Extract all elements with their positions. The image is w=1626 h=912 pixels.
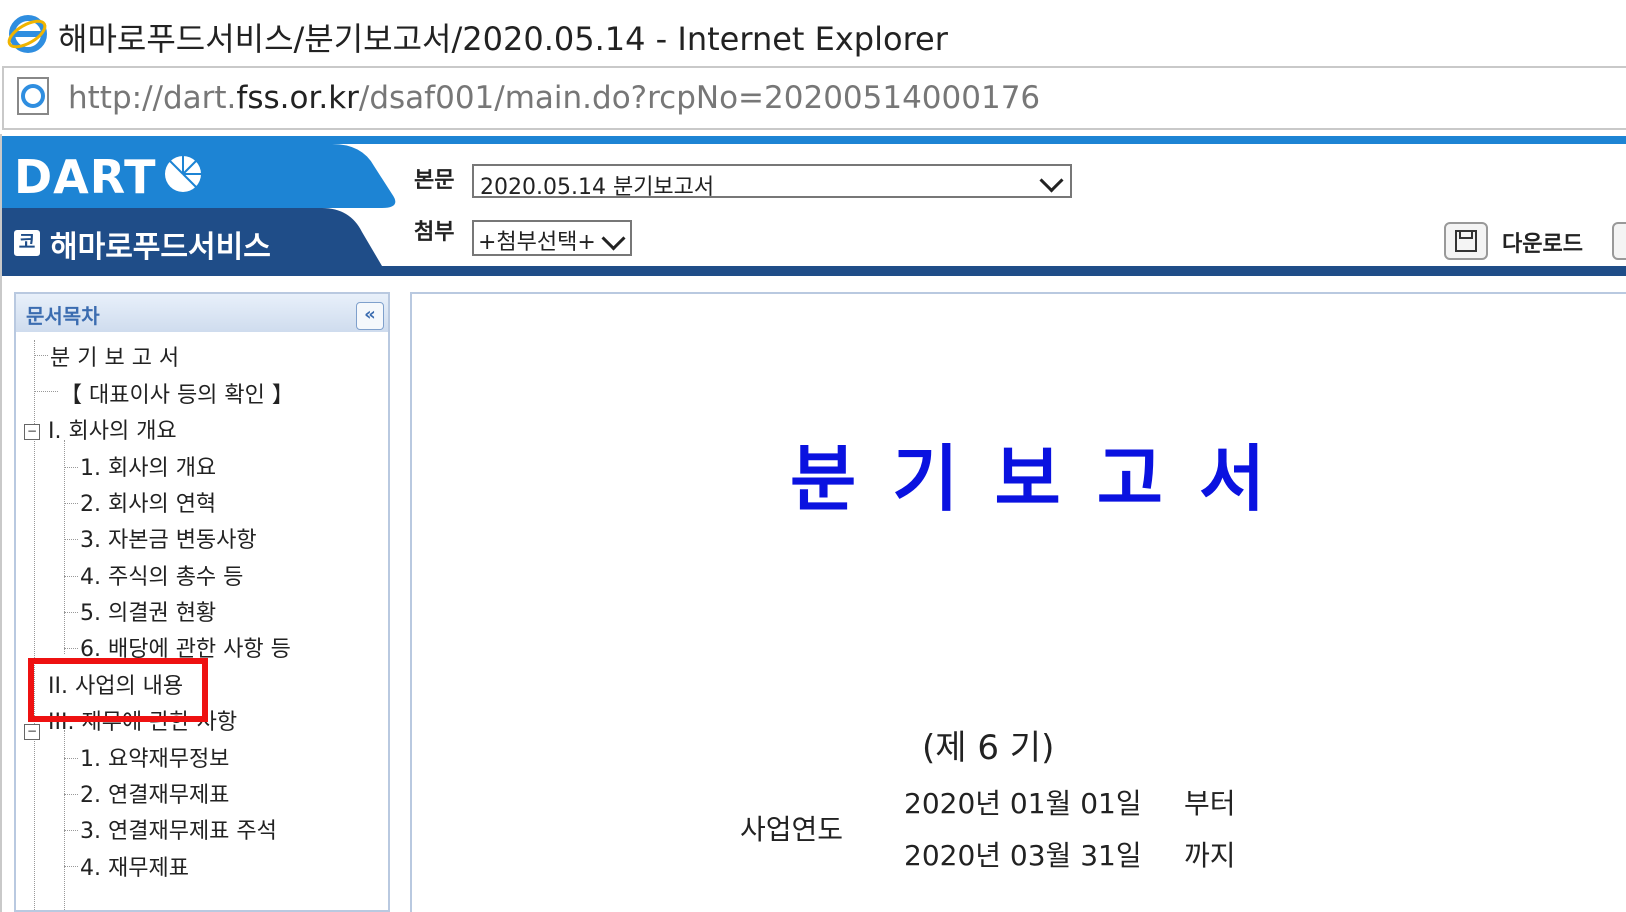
period-start-date: 2020년 01월 01일: [904, 787, 1142, 820]
url-text[interactable]: http://dart.fss.or.kr/dsaf001/main.do?rc…: [68, 80, 1040, 116]
toc-item[interactable]: 분 기 보 고 서: [50, 340, 179, 372]
toc-item[interactable]: 4. 주식의 총수 등: [80, 559, 243, 591]
tree-branch-line: [64, 539, 78, 540]
tree-branch-line: [64, 503, 78, 504]
collapse-sidebar-button[interactable]: «: [356, 302, 384, 330]
attachment-label: 첨부: [414, 220, 455, 245]
print-button[interactable]: [1612, 222, 1626, 260]
toc-item[interactable]: I. 회사의 개요: [48, 413, 177, 445]
window-titlebar: 해마로푸드서비스/분기보고서/2020.05.14 - Internet Exp…: [0, 0, 1626, 66]
toc-item[interactable]: 1. 회사의 개요: [80, 450, 216, 482]
collapse-node-icon[interactable]: −: [24, 424, 40, 440]
tree-branch-line: [64, 648, 78, 649]
dart-logo-sun-icon: [165, 156, 201, 192]
toc-item[interactable]: 2. 회사의 연혁: [80, 486, 216, 518]
chevron-down-icon: [601, 226, 626, 251]
toc-item[interactable]: 3. 연결재무제표 주석: [80, 813, 277, 845]
tree-branch-line: [34, 355, 48, 356]
highlight-box: [28, 658, 208, 722]
company-name: 해마로푸드서비스: [50, 230, 271, 265]
fiscal-term: (제 6 기): [922, 728, 1055, 768]
toc-item[interactable]: 1. 요약재무정보: [80, 741, 229, 773]
to-word: 까지: [1184, 839, 1236, 872]
chevron-down-icon: [1039, 168, 1064, 193]
tree-branch-line: [64, 576, 78, 577]
tree-branch-line: [64, 467, 78, 468]
toc-item[interactable]: 【 대표이사 등의 확인 】: [60, 377, 294, 409]
tree-branch-line: [34, 391, 58, 392]
collapse-node-icon[interactable]: −: [24, 724, 40, 740]
window-title: 해마로푸드서비스/분기보고서/2020.05.14 - Internet Exp…: [58, 20, 948, 58]
toc-item[interactable]: 2. 연결재무제표: [80, 777, 229, 809]
toc-title: 문서목차: [26, 304, 100, 328]
dart-logo[interactable]: DART: [14, 150, 157, 204]
from-word: 부터: [1184, 787, 1236, 820]
tree-guide-line: [64, 730, 65, 910]
tree-branch-line: [64, 794, 78, 795]
address-bar[interactable]: http://dart.fss.or.kr/dsaf001/main.do?rc…: [2, 66, 1626, 130]
toc-item[interactable]: 3. 자본금 변동사항: [80, 522, 257, 554]
tree-branch-line: [64, 866, 78, 867]
internet-explorer-icon: [7, 15, 47, 53]
document-title: 분기보고서: [790, 436, 1302, 521]
fiscal-year-label: 사업연도: [740, 813, 844, 846]
page-icon: [17, 77, 49, 115]
tree-guide-line: [64, 440, 65, 654]
attachment-select-value: +첨부선택+: [478, 230, 596, 255]
main-doc-select-value: 2020.05.14 분기보고서: [480, 175, 715, 200]
period-end-date: 2020년 03월 31일: [904, 839, 1142, 872]
company-badge-icon: 코: [14, 230, 40, 256]
toc-item[interactable]: 4. 재무제표: [80, 850, 189, 882]
download-label[interactable]: 다운로드: [1502, 226, 1583, 258]
toc-item[interactable]: 5. 의결권 현황: [80, 595, 216, 627]
tree-branch-line: [64, 830, 78, 831]
tree-branch-line: [64, 612, 78, 613]
main-doc-select[interactable]: 2020.05.14 분기보고서: [472, 164, 1072, 200]
tree-branch-line: [64, 758, 78, 759]
attachment-select[interactable]: +첨부선택+: [472, 220, 632, 256]
main-doc-label: 본문: [414, 168, 455, 193]
save-disk-icon: [1455, 230, 1477, 252]
download-button[interactable]: [1444, 222, 1488, 260]
